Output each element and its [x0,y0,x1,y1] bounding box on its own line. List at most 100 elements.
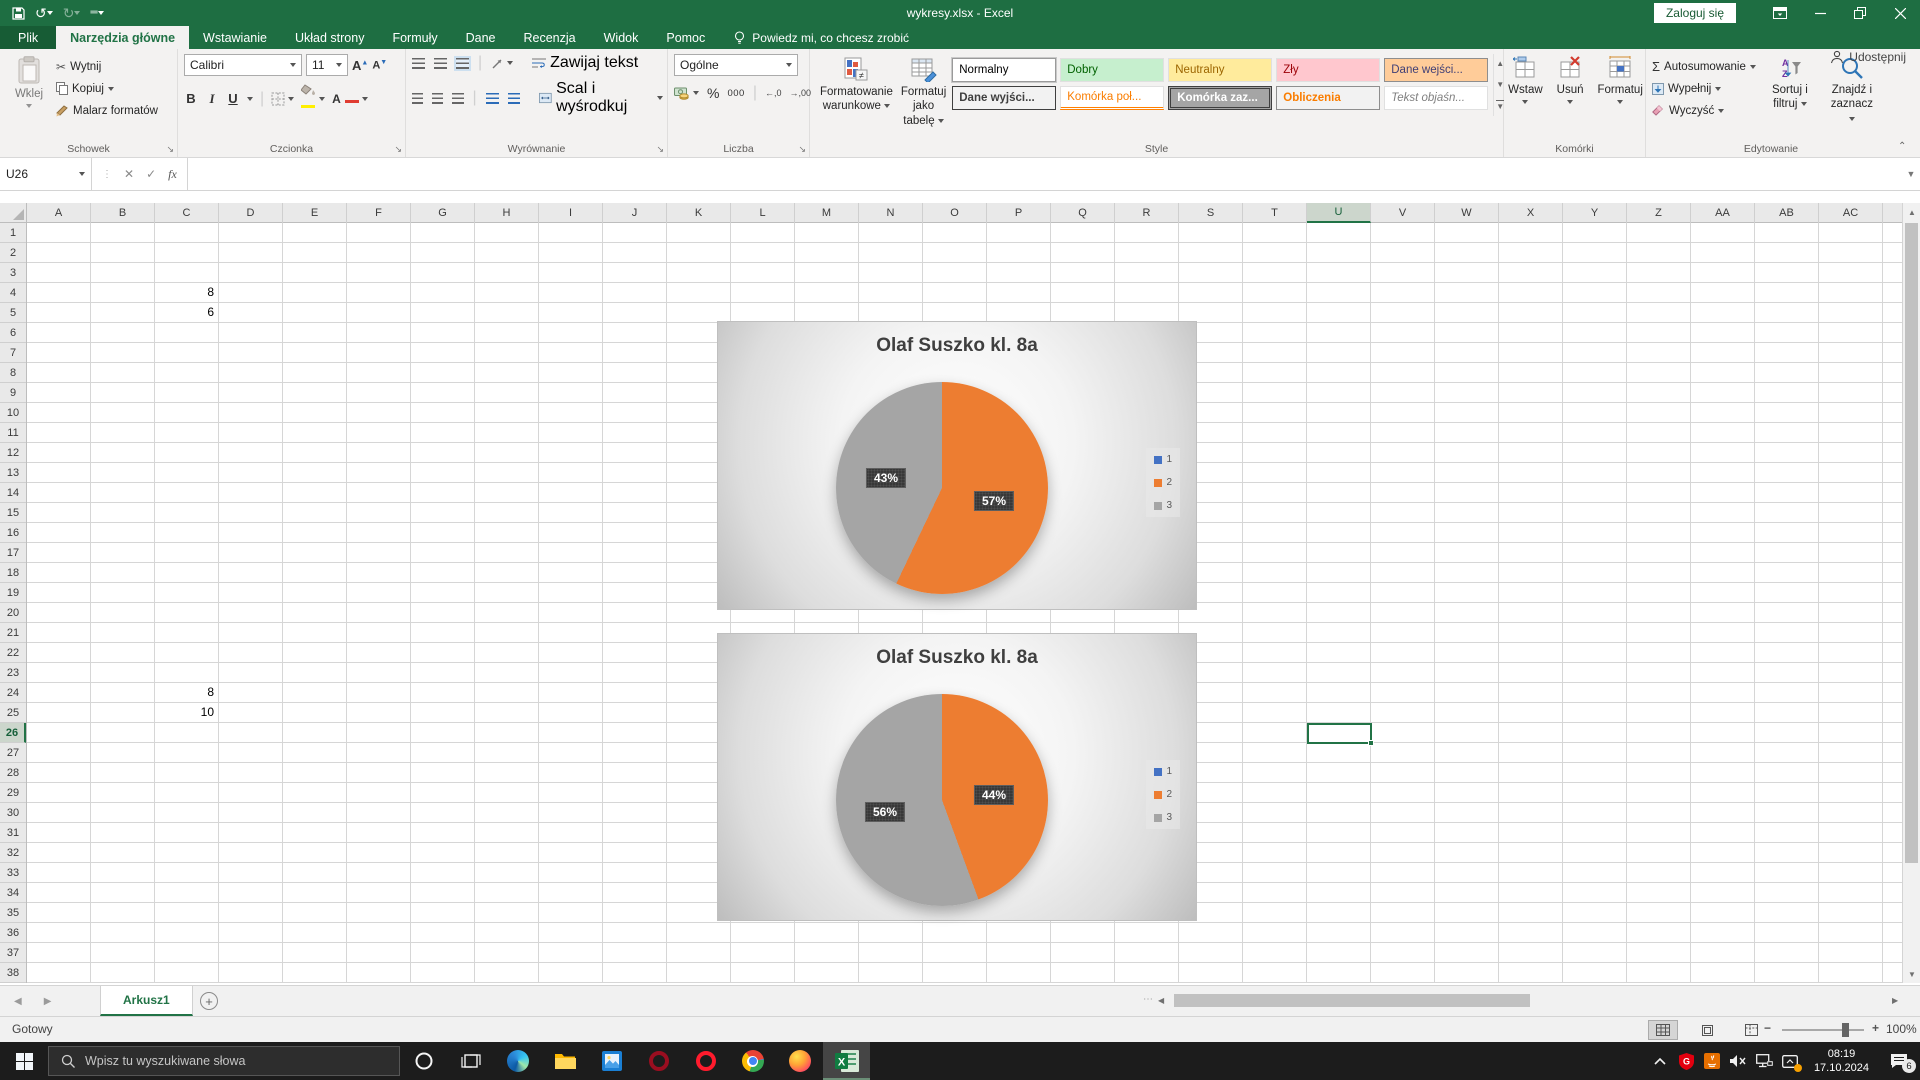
sheet-tab-arkusz1[interactable]: Arkusz1 [100,986,193,1016]
align-center-icon[interactable] [432,93,443,104]
column-header-U[interactable]: U [1307,203,1371,223]
row-header-2[interactable]: 2 [0,243,26,263]
edge-icon[interactable] [494,1042,541,1080]
select-all-corner[interactable] [0,203,27,223]
zoom-slider-track[interactable] [1782,1029,1864,1031]
expand-formula-bar-icon[interactable]: ▼ [1902,158,1920,190]
cell-style-neutral[interactable]: Neutralny [1168,58,1272,82]
cell-style-bad[interactable]: Zły [1276,58,1380,82]
align-middle-icon[interactable] [434,58,447,69]
cell-style-linked[interactable]: Komórka poł... [1060,86,1164,110]
row-header-16[interactable]: 16 [0,523,26,543]
column-header-V[interactable]: V [1371,203,1435,223]
zoom-percent[interactable]: 100% [1886,1022,1917,1036]
wrap-text-button[interactable]: Zawijaj tekst [532,54,638,72]
grow-font-icon[interactable]: A▲ [352,58,368,73]
task-view-icon[interactable] [447,1042,494,1080]
cell-C4[interactable]: 8 [155,283,219,303]
column-header-G[interactable]: G [411,203,475,223]
cell-style-calc[interactable]: Obliczenia [1276,86,1380,110]
taskbar-search-box[interactable]: Wpisz tu wyszukiwane słowa [48,1046,400,1076]
row-header-38[interactable]: 38 [0,963,26,983]
row-header-36[interactable]: 36 [0,923,26,943]
row-header-26[interactable]: 26 [0,723,26,743]
sheet-prev-icon[interactable]: ◀ [14,996,22,1007]
copy-button[interactable]: Kopiuj [56,78,158,99]
row-header-13[interactable]: 13 [0,463,26,483]
start-button[interactable] [0,1042,48,1080]
row-header-27[interactable]: 27 [0,743,26,763]
row-header-11[interactable]: 11 [0,423,26,443]
photos-icon[interactable] [588,1042,635,1080]
row-header-20[interactable]: 20 [0,603,26,623]
row-header-31[interactable]: 31 [0,823,26,843]
taskbar-clock[interactable]: 08:19 17.10.2024 [1808,1047,1875,1076]
merge-center-button[interactable]: Scal i wyśrodkuj [539,80,663,116]
customize-qat-icon[interactable]: ═ [90,8,103,18]
page-layout-view-button[interactable] [1692,1020,1722,1040]
row-header-5[interactable]: 5 [0,303,26,323]
column-header-H[interactable]: H [475,203,539,223]
column-header-C[interactable]: C [155,203,219,223]
row-header-34[interactable]: 34 [0,883,26,903]
cell-C24[interactable]: 8 [155,683,219,703]
underline-button[interactable]: U [226,91,240,106]
number-dialog-launcher[interactable]: ↘ [798,145,806,154]
legend-item-2[interactable]: 2 [1154,477,1172,488]
row-header-35[interactable]: 35 [0,903,26,923]
column-header-AA[interactable]: AA [1691,203,1755,223]
row-header-33[interactable]: 33 [0,863,26,883]
ribbon-tab-układ-strony[interactable]: Układ strony [281,26,378,49]
row-header-29[interactable]: 29 [0,783,26,803]
underline-caret[interactable] [247,97,253,101]
insert-function-icon[interactable]: fx [168,167,177,182]
java-icon[interactable] [1704,1053,1721,1070]
column-header-T[interactable]: T [1243,203,1307,223]
pie-plot[interactable] [836,694,1048,906]
column-header-I[interactable]: I [539,203,603,223]
cell-C25[interactable]: 10 [155,703,219,723]
percent-style-button[interactable]: % [707,85,719,101]
legend-item-3[interactable]: 3 [1154,812,1172,823]
ribbon-tab-recenzja[interactable]: Recenzja [510,26,590,49]
align-top-icon[interactable] [412,58,425,69]
cell-C5[interactable]: 6 [155,303,219,323]
column-header-F[interactable]: F [347,203,411,223]
share-button[interactable]: Udostępnij [1830,50,1906,64]
increase-indent-icon[interactable] [508,93,521,104]
column-header-AC[interactable]: AC [1819,203,1883,223]
cortana-icon[interactable] [400,1042,447,1080]
row-header-18[interactable]: 18 [0,563,26,583]
zoom-in-button[interactable]: + [1872,1021,1879,1035]
hscroll-right-icon[interactable]: ▶ [1892,996,1898,1005]
row-header-32[interactable]: 32 [0,843,26,863]
borders-button[interactable] [271,92,294,106]
page-break-view-button[interactable] [1736,1020,1766,1040]
undo-icon[interactable]: ↺ [35,6,53,20]
save-icon[interactable] [12,7,25,20]
volume-muted-icon[interactable] [1730,1053,1747,1070]
column-header-W[interactable]: W [1435,203,1499,223]
cell-style-output[interactable]: Dane wyjści... [952,86,1056,110]
column-header-Z[interactable]: Z [1627,203,1691,223]
align-right-icon[interactable] [452,93,463,104]
row-header-9[interactable]: 9 [0,383,26,403]
collapse-ribbon-icon[interactable]: ⌃ [1898,141,1912,153]
font-dialog-launcher[interactable]: ↘ [394,145,402,154]
column-header-N[interactable]: N [859,203,923,223]
normal-view-button[interactable] [1648,1020,1678,1040]
sheet-next-icon[interactable]: ▶ [44,996,52,1007]
close-button[interactable] [1880,0,1920,26]
column-header-M[interactable]: M [795,203,859,223]
redo-icon[interactable]: ↻ [63,6,81,20]
cut-button[interactable]: ✂ Wytnij [56,56,158,77]
firefox-icon[interactable] [776,1042,823,1080]
hscroll-left-icon[interactable]: ◀ [1158,996,1164,1005]
gallery-down-icon[interactable]: ▼ [1496,80,1504,89]
row-header-8[interactable]: 8 [0,363,26,383]
format-cells-button[interactable]: Formatuj [1594,54,1647,139]
row-header-25[interactable]: 25 [0,703,26,723]
row-header-15[interactable]: 15 [0,503,26,523]
fill-button[interactable]: Wypełnij [1652,78,1756,99]
gallery-more-icon[interactable]: ▼ [1496,100,1504,111]
